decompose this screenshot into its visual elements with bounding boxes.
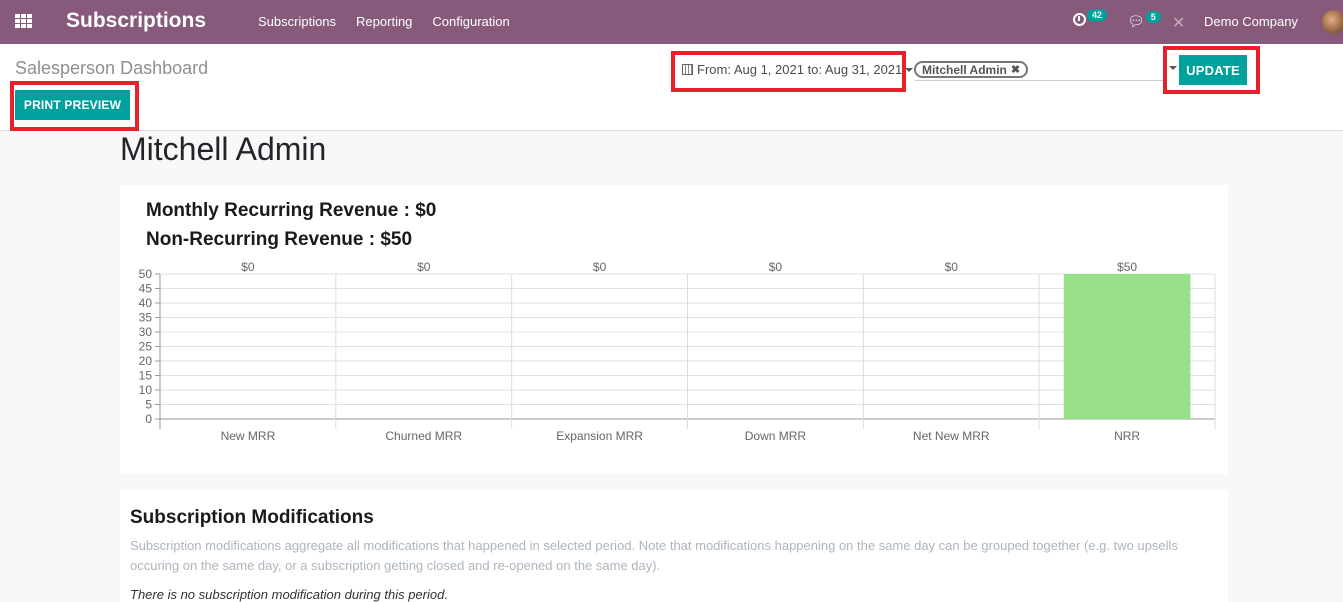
salesperson-filter-tag: Mitchell Admin ✖ [914, 61, 1029, 78]
x-category-label: Churned MRR [385, 429, 462, 443]
y-tick-label: 45 [139, 282, 153, 296]
menu-reporting[interactable]: Reporting [356, 14, 412, 29]
modifications-card: Subscription Modifications Subscription … [120, 490, 1228, 602]
modifications-title: Subscription Modifications [130, 507, 374, 528]
app-title: Subscriptions [66, 9, 207, 32]
bar-data-label: $0 [593, 260, 607, 274]
company-switcher[interactable]: Demo Company [1204, 14, 1298, 29]
bar-data-label: $0 [945, 260, 959, 274]
activity-menu[interactable]: 42 [1073, 8, 1108, 26]
control-panel: Salesperson Dashboard PRINT PREVIEW From… [0, 44, 1343, 131]
filter-tag-label: Mitchell Admin [922, 62, 1007, 77]
y-tick-label: 25 [139, 340, 153, 354]
remove-tag-icon[interactable]: ✖ [1011, 63, 1020, 76]
y-tick-label: 35 [139, 311, 153, 325]
modifications-description: Subscription modifications aggregate all… [130, 538, 1178, 573]
y-tick-label: 15 [139, 369, 153, 383]
revenue-card: Monthly Recurring Revenue : $0 Non-Recur… [120, 185, 1228, 474]
top-navbar: Subscriptions Subscriptions Reporting Co… [0, 0, 1343, 44]
date-caret-icon[interactable] [905, 68, 913, 72]
y-tick-label: 10 [139, 383, 153, 397]
y-tick-label: 50 [139, 267, 153, 281]
date-range-label: From: Aug 1, 2021 to: Aug 31, 2021 [697, 62, 903, 77]
messages-menu[interactable]: 💬︎ 5 [1127, 10, 1161, 30]
x-category-label: New MRR [221, 429, 276, 443]
calendar-icon [682, 64, 693, 75]
salesperson-search-input[interactable] [915, 80, 1165, 81]
y-tick-label: 5 [145, 398, 152, 412]
update-button[interactable]: UPDATE [1179, 55, 1247, 85]
menu-configuration[interactable]: Configuration [432, 14, 509, 29]
bar-data-label: $0 [417, 260, 431, 274]
bar-data-label: $0 [769, 260, 783, 274]
salesperson-name: Mitchell Admin [120, 131, 327, 167]
date-range-picker[interactable]: From: Aug 1, 2021 to: Aug 31, 2021 [682, 62, 902, 77]
activity-count-badge: 42 [1087, 8, 1108, 21]
y-tick-label: 0 [145, 412, 152, 426]
avatar[interactable] [1322, 10, 1343, 34]
breadcrumb: Salesperson Dashboard [15, 58, 209, 78]
bar-data-label: $0 [241, 260, 255, 274]
revenue-bar-chart: 05101520253035404550 $0 New MRR $0 Churned M… [139, 260, 1216, 443]
apps-grid-icon[interactable] [15, 14, 32, 29]
x-category-label: Down MRR [745, 429, 807, 443]
main-menu: Subscriptions Reporting Configuration [258, 14, 510, 29]
bar-data-label: $50 [1117, 260, 1137, 274]
y-tick-label: 30 [139, 325, 153, 339]
salesperson-caret-icon[interactable] [1169, 66, 1177, 70]
x-category-label: Net New MRR [913, 429, 990, 443]
y-tick-label: 20 [139, 354, 153, 368]
menu-subscriptions[interactable]: Subscriptions [258, 14, 336, 29]
chat-icon: 💬︎ [1127, 13, 1145, 29]
tools-icon[interactable]: ✕ [1172, 13, 1185, 33]
clock-icon [1073, 13, 1086, 26]
bar-nrr [1063, 274, 1191, 419]
modifications-empty-message: There is no subscription modification du… [130, 587, 448, 602]
x-category-label: Expansion MRR [556, 429, 643, 443]
print-preview-button[interactable]: PRINT PREVIEW [15, 90, 130, 120]
y-tick-label: 40 [139, 296, 153, 310]
messages-count-badge: 5 [1145, 10, 1161, 23]
x-category-label: NRR [1114, 429, 1140, 443]
